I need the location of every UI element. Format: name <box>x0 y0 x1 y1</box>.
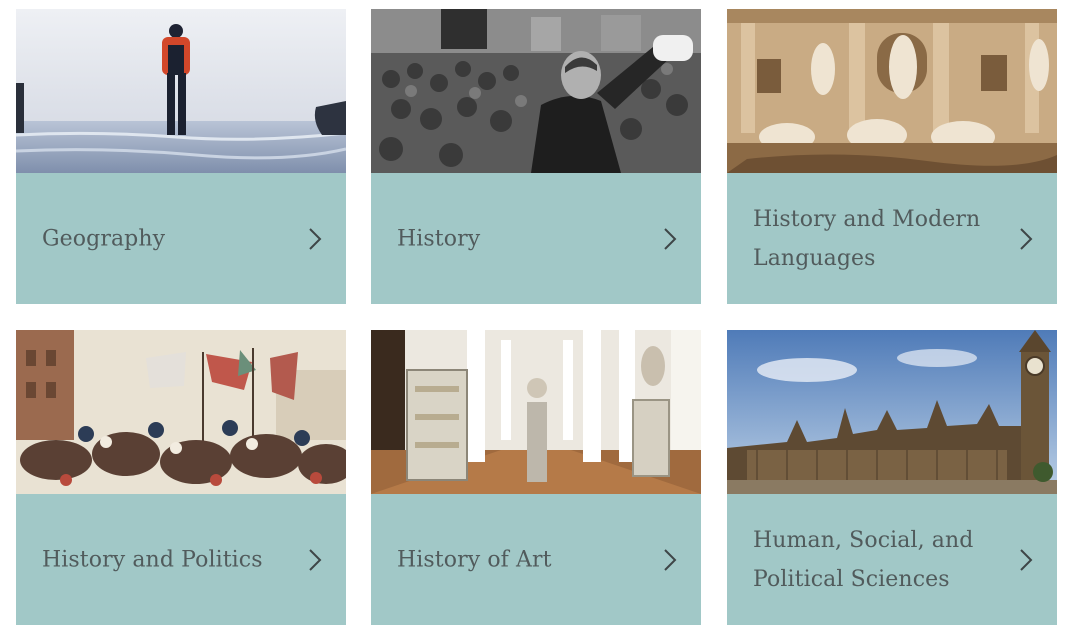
subject-card-human-social-political-sciences[interactable]: Human, Social, and Political Sciences <box>727 330 1057 625</box>
subject-label: Geography <box>42 226 166 251</box>
chevron-right-icon <box>308 227 322 251</box>
subject-label: History <box>397 226 481 251</box>
chevron-right-icon <box>1019 227 1033 251</box>
subject-label: History of Art <box>397 547 552 572</box>
history-image <box>371 9 701 173</box>
geography-image <box>16 9 346 173</box>
subject-card-history[interactable]: History <box>371 9 701 304</box>
history-of-art-image <box>371 330 701 494</box>
chevron-right-icon <box>663 227 677 251</box>
card-panel: Human, Social, and Political Sciences <box>727 494 1057 625</box>
history-modern-languages-image <box>727 9 1057 173</box>
card-panel: History and Politics <box>16 494 346 625</box>
subject-card-geography[interactable]: Geography <box>16 9 346 304</box>
subject-label: History and Modern Languages <box>753 206 981 271</box>
chevron-right-icon <box>663 548 677 572</box>
subject-grid: Geography History History and Modern Lan… <box>0 0 1080 638</box>
card-panel: History and Modern Languages <box>727 173 1057 304</box>
card-panel: History of Art <box>371 494 701 625</box>
chevron-right-icon <box>1019 548 1033 572</box>
subject-card-history-modern-languages[interactable]: History and Modern Languages <box>727 9 1057 304</box>
subject-label: History and Politics <box>42 547 263 572</box>
subject-card-history-of-art[interactable]: History of Art <box>371 330 701 625</box>
subject-label: Human, Social, and Political Sciences <box>753 527 974 592</box>
history-politics-image <box>16 330 346 494</box>
card-panel: Geography <box>16 173 346 304</box>
card-panel: History <box>371 173 701 304</box>
human-social-political-sciences-image <box>727 330 1057 494</box>
subject-card-history-politics[interactable]: History and Politics <box>16 330 346 625</box>
chevron-right-icon <box>308 548 322 572</box>
